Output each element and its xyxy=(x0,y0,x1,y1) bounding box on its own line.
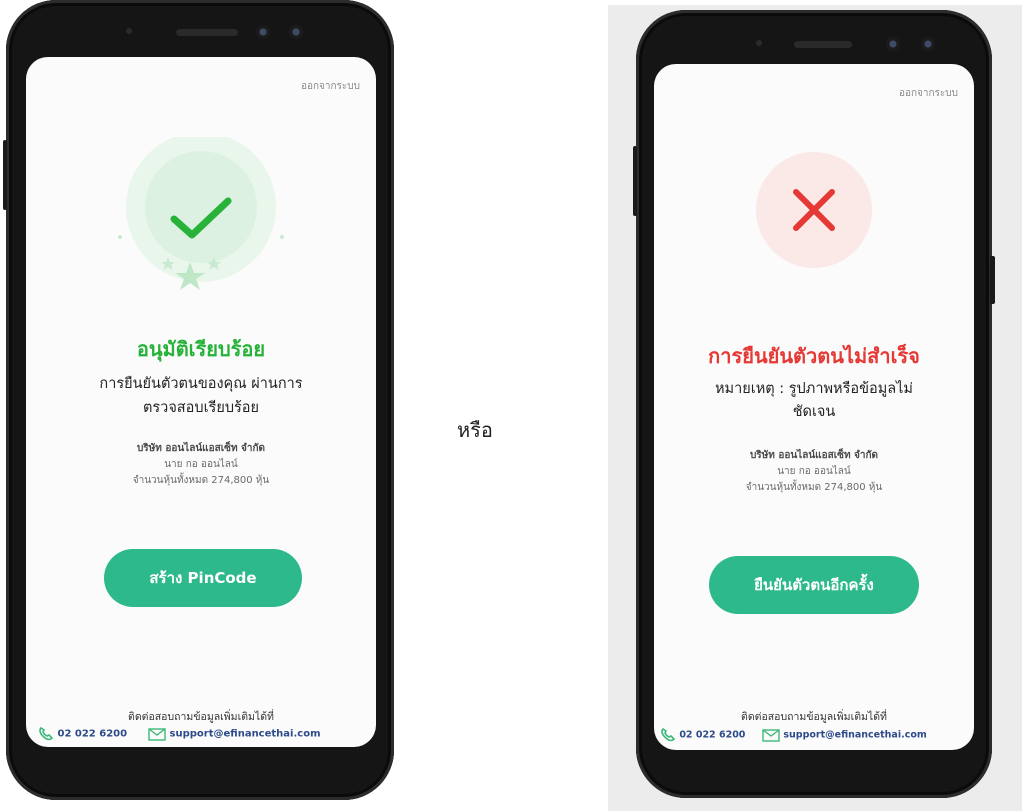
right-phone-side-button-left xyxy=(633,146,637,216)
email-address[interactable]: support@efinancethai.com xyxy=(170,729,321,740)
status-title: การยืนยันตัวตนไม่สำเร็จ xyxy=(708,344,920,368)
right-phone-sensor xyxy=(756,40,762,46)
right-screen: ออกจากระบบ การยืนยันตัวตนไม่สำเร็จ หมายเ… xyxy=(654,64,974,750)
right-phone: ออกจากระบบ การยืนยันตัวตนไม่สำเร็จ หมายเ… xyxy=(633,10,995,798)
share-count: จำนวนหุ้นทั้งหมด 274,800 หุ้น xyxy=(132,475,270,486)
close-icon xyxy=(793,189,835,231)
email-icon xyxy=(762,728,780,742)
separator-label: หรือ xyxy=(457,418,493,442)
status-subtitle-line1: หมายเหตุ : รูปภาพหรือข้อมูลไม่ xyxy=(714,381,913,397)
right-phone-side-button-right xyxy=(990,256,995,304)
right-phone-camera-2 xyxy=(921,37,935,51)
share-count: จำนวนหุ้นทั้งหมด 274,800 หุ้น xyxy=(745,482,883,493)
check-icon xyxy=(170,197,232,239)
phone-icon xyxy=(39,726,54,741)
email-address[interactable]: support@efinancethai.com xyxy=(783,730,926,741)
contact-label: ติดต่อสอบถามข้อมูลเพิ่มเติมได้ที่ xyxy=(741,711,887,723)
status-subtitle-line2: ตรวจสอบเรียบร้อย xyxy=(142,400,260,416)
create-pincode-button[interactable]: สร้าง PinCode xyxy=(104,549,302,607)
status-title: อนุมัติเรียบร้อย xyxy=(136,337,266,361)
contact-row: 02 022 6200 support@efinancethai.com xyxy=(654,727,974,742)
holder-name: นาย กอ ออนไลน์ xyxy=(777,466,851,477)
left-phone-camera-2 xyxy=(289,25,303,39)
company-name: บริษัท ออนไลน์แอสเซ็ท จำกัด xyxy=(749,450,879,461)
phone-icon xyxy=(661,727,676,742)
left-phone-side-button xyxy=(3,140,7,210)
verify-again-button[interactable]: ยืนยันตัวตนอีกครั้ง xyxy=(709,556,919,614)
logout-link[interactable]: ออกจากระบบ xyxy=(301,79,360,94)
logout-link[interactable]: ออกจากระบบ xyxy=(899,86,958,101)
contact-label: ติดต่อสอบถามข้อมูลเพิ่มเติมได้ที่ xyxy=(128,711,274,723)
left-phone: ออกจากระบบ อนุมัติเรียบร้อย การยืนยันตัว… xyxy=(3,0,394,800)
phone-number[interactable]: 02 022 6200 xyxy=(57,729,127,740)
left-screen: ออกจากระบบ อนุมัติเรียบร้อย การยืนยันตัว… xyxy=(26,57,376,747)
left-phone-speaker xyxy=(176,29,238,36)
company-name: บริษัท ออนไลน์แอสเซ็ท จำกัด xyxy=(136,443,266,454)
contact-row: 02 022 6200 support@efinancethai.com xyxy=(26,726,376,741)
phone-number[interactable]: 02 022 6200 xyxy=(679,730,745,741)
holder-name: นาย กอ ออนไลน์ xyxy=(164,459,238,470)
status-subtitle-line2: ชัดเจน xyxy=(792,404,836,420)
email-icon xyxy=(148,727,166,741)
left-phone-camera xyxy=(256,25,270,39)
status-subtitle-line1: การยืนยันตัวตนของคุณ ผ่านการ xyxy=(99,376,303,392)
left-phone-sensor xyxy=(126,28,132,34)
right-phone-camera xyxy=(886,37,900,51)
right-phone-speaker xyxy=(794,41,852,48)
